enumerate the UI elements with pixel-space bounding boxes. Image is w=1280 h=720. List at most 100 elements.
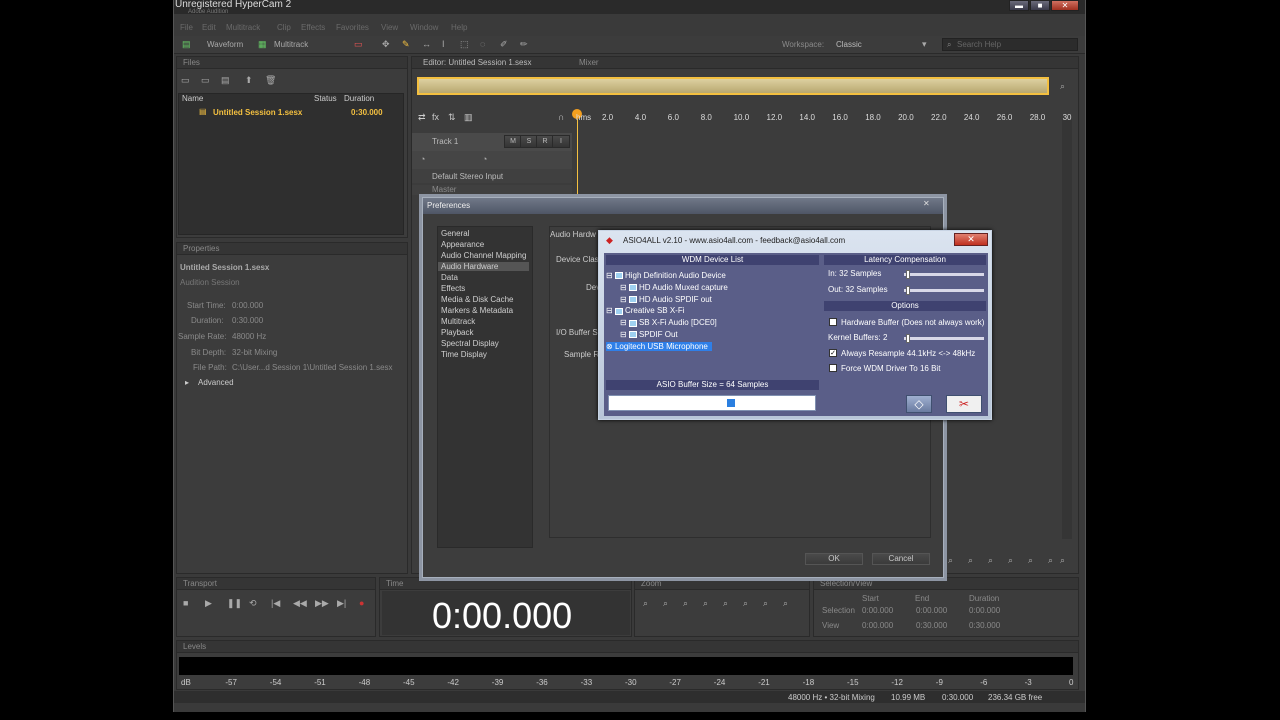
category-item[interactable]: Audio Hardware (438, 262, 529, 271)
open-file-icon[interactable]: ▭ (181, 75, 190, 86)
workspace-select[interactable]: Classic (836, 40, 862, 49)
master-track-name[interactable]: Master (432, 185, 456, 194)
advanced-chevron-icon[interactable]: ▸ (185, 378, 189, 387)
hw-buffer-checkbox[interactable] (829, 318, 837, 326)
sends-icon[interactable]: ⇅ (448, 112, 456, 123)
category-item[interactable]: Multitrack (441, 317, 475, 326)
col-status[interactable]: Status (314, 94, 337, 103)
loop-icon[interactable]: ⟲ (249, 598, 257, 609)
device-power-icon[interactable] (628, 319, 637, 327)
device-disabled-icon[interactable]: ⊗ (606, 342, 615, 351)
category-item[interactable]: Effects (441, 284, 465, 293)
brush-icon[interactable]: ✐ (500, 39, 508, 50)
input-select[interactable]: Default Stereo Input (432, 172, 503, 181)
view-duration[interactable]: 0:30.000 (969, 621, 1000, 630)
trash-icon[interactable]: 🗑 (265, 75, 276, 86)
snap-icon[interactable]: ⇄ (418, 112, 426, 123)
latency-in-knob[interactable] (906, 270, 910, 279)
menu-file[interactable]: File (180, 23, 193, 32)
volume-knob-icon[interactable]: ◔ (420, 154, 425, 164)
category-item[interactable]: Audio Channel Mapping (441, 251, 526, 260)
zoom-out-time-icon[interactable]: ⌕ (1008, 555, 1013, 566)
menu-multitrack[interactable]: Multitrack (226, 23, 260, 32)
col-duration[interactable]: Duration (344, 94, 374, 103)
mixer-tab[interactable]: Mixer (579, 58, 599, 67)
category-item[interactable]: General (441, 229, 469, 238)
zoom-selection-icon[interactable]: ⌕ (1028, 555, 1033, 566)
editor-tab[interactable]: Editor: Untitled Session 1.sesx (423, 58, 532, 67)
record-shape-icon[interactable]: ▭ (354, 39, 363, 50)
marquee-icon[interactable]: ⬚ (460, 39, 469, 50)
search-help-field[interactable]: ⌕ Search Help (942, 38, 1078, 51)
ok-button[interactable]: OK (805, 553, 863, 565)
pan-knob-icon[interactable]: ◔ (482, 154, 487, 164)
diamond-icon[interactable]: ◇ (906, 395, 932, 413)
category-item[interactable]: Spectral Display (441, 339, 499, 348)
col-name[interactable]: Name (182, 94, 203, 103)
close-button[interactable]: ✕ (1051, 0, 1079, 11)
properties-tab[interactable]: Properties (183, 244, 219, 253)
zoom-in-track-icon[interactable]: ⌕ (1048, 555, 1053, 566)
device-tree-item[interactable]: ⊟ SPDIF Out (620, 330, 678, 339)
category-item[interactable]: Playback (441, 328, 473, 337)
latency-out-slider[interactable] (904, 289, 984, 292)
overview-bar[interactable] (417, 77, 1049, 95)
buffer-size-thumb[interactable] (727, 399, 735, 407)
zoom-out-full-icon[interactable]: ⌕ (783, 598, 788, 609)
zoom-in-point-icon[interactable]: ⌕ (723, 598, 728, 609)
lasso-icon[interactable]: ◌ (480, 39, 485, 49)
slip-tool-icon[interactable]: ↔ (422, 39, 431, 49)
device-tree-item[interactable]: ⊟ HD Audio SPDIF out (620, 295, 712, 304)
device-expand-icon[interactable]: ⊟ (620, 318, 629, 327)
import-icon[interactable]: ▭ (201, 75, 210, 86)
zoom-out-icon[interactable]: ⌕ (703, 598, 708, 609)
maximize-button[interactable]: ■ (1030, 0, 1050, 11)
zoom-tab[interactable]: Zoom (641, 579, 661, 588)
category-item[interactable]: Media & Disk Cache (441, 295, 513, 304)
device-tree-item[interactable]: ⊟ HD Audio Muxed capture (620, 283, 728, 292)
multitrack-button[interactable]: Multitrack (274, 40, 308, 49)
device-power-icon[interactable] (614, 307, 623, 315)
device-tree-item[interactable]: ⊟ Creative SB X-Fi (606, 306, 685, 315)
stop-icon[interactable]: ■ (183, 598, 188, 608)
move-tool-icon[interactable]: ✥ (382, 39, 390, 50)
goto-start-icon[interactable]: |◀ (271, 598, 280, 609)
track-1-header[interactable]: Track 1 M S R I (412, 133, 572, 151)
fx-icon[interactable]: fx (432, 112, 439, 122)
waveform-button[interactable]: Waveform (207, 40, 243, 49)
device-power-icon[interactable] (614, 272, 623, 280)
zoom-out-track-icon[interactable]: ⌕ (1060, 555, 1065, 566)
menu-clip[interactable]: Clip (277, 23, 291, 32)
insert-icon[interactable]: ⬆ (245, 75, 253, 86)
zoom-in-icon[interactable]: ⌕ (683, 598, 688, 609)
transport-tab[interactable]: Transport (183, 579, 217, 588)
minimize-button[interactable]: ▬ (1009, 0, 1029, 11)
latency-out-knob[interactable] (906, 286, 910, 295)
track-1-name[interactable]: Track 1 (432, 137, 458, 146)
selection-end[interactable]: 0:00.000 (916, 606, 947, 615)
menu-effects[interactable]: Effects (301, 23, 325, 32)
device-tree-item[interactable]: ⊟ High Definition Audio Device (606, 271, 726, 280)
headphone-icon[interactable]: ∩ (558, 112, 564, 122)
time-tab[interactable]: Time (386, 579, 403, 588)
zoom-selection-icon-2[interactable]: ⌕ (763, 598, 768, 609)
meters-icon[interactable]: ▥ (464, 112, 473, 123)
vertical-scrollbar[interactable] (1062, 119, 1072, 539)
wrench-settings-icon[interactable]: ✂ (946, 395, 982, 413)
device-tree-item[interactable]: ⊗ Logitech USB Microphone (606, 341, 712, 351)
view-start[interactable]: 0:00.000 (862, 621, 893, 630)
goto-end-icon[interactable]: ▶| (337, 598, 346, 609)
workspace-chevron-icon[interactable]: ▾ (922, 39, 927, 50)
kernel-buffers-slider[interactable] (904, 337, 984, 340)
advanced-section[interactable]: Advanced (198, 378, 234, 387)
force-16bit-checkbox[interactable] (829, 364, 837, 372)
device-power-icon[interactable] (628, 331, 637, 339)
levels-tab[interactable]: Levels (183, 642, 206, 651)
selection-duration[interactable]: 0:00.000 (969, 606, 1000, 615)
device-expand-icon[interactable]: ⊟ (620, 330, 629, 339)
menu-help[interactable]: Help (451, 23, 467, 32)
file-row[interactable]: ▤ Untitled Session 1.sesx 0:30.000 (179, 106, 403, 118)
category-item[interactable]: Markers & Metadata (441, 306, 513, 315)
zoom-full-icon[interactable]: ⌕ (1060, 81, 1065, 92)
device-power-icon[interactable] (628, 284, 637, 292)
